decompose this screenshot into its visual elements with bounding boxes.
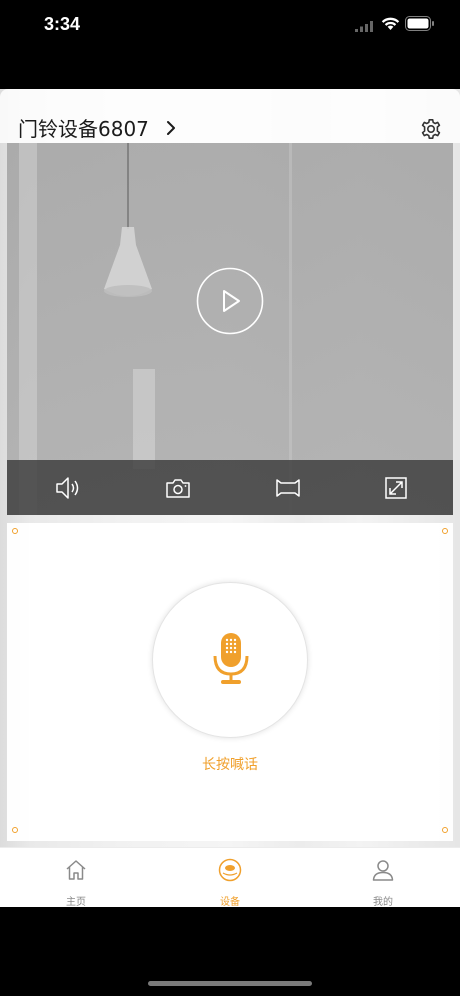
device-title[interactable]: 门铃设备6807: [18, 117, 149, 141]
microphone-icon: [213, 633, 249, 684]
home-icon: [66, 860, 86, 880]
battery-icon: [405, 16, 434, 31]
tab-device[interactable]: 设备: [180, 848, 280, 908]
user-icon: [372, 860, 394, 881]
video-player[interactable]: [7, 143, 453, 515]
fullscreen-icon[interactable]: [382, 474, 410, 502]
video-scene-lamp-cord: [127, 143, 129, 229]
settings-gear-icon[interactable]: [420, 118, 442, 140]
corner-marker: [442, 827, 448, 833]
talk-panel: 长按喊话: [7, 523, 453, 841]
video-scene-shelf: [133, 369, 155, 469]
video-scene-lamp: [104, 227, 152, 297]
chevron-right-icon[interactable]: [166, 120, 176, 136]
corner-marker: [12, 827, 18, 833]
video-controls-bar: [7, 460, 453, 515]
tab-me-label: 我的: [373, 897, 393, 908]
status-bar: 3:34: [0, 0, 460, 50]
corner-marker: [442, 528, 448, 534]
cellular-signal-icon: [355, 21, 373, 32]
home-indicator[interactable]: [148, 981, 312, 986]
device-card: 门铃设备6807 长按喊话: [0, 89, 460, 847]
video-record-icon[interactable]: [274, 474, 302, 502]
tab-device-label: 设备: [220, 897, 240, 908]
push-to-talk-label: 长按喊话: [202, 757, 258, 773]
corner-marker: [12, 528, 18, 534]
wifi-icon: [381, 17, 400, 30]
play-icon[interactable]: [196, 267, 264, 335]
device-icon: [218, 858, 242, 882]
device-header[interactable]: 门铃设备6807: [0, 89, 460, 143]
doorbell-device-screen: 3:34 门铃设备6807 长按喊话 主页 设备 我的: [0, 0, 460, 996]
push-to-talk-button[interactable]: [152, 582, 308, 738]
status-time: 3:34: [44, 14, 81, 34]
speaker-icon[interactable]: [54, 474, 82, 502]
tab-bar: 主页 设备 我的: [0, 847, 460, 908]
tab-home-label: 主页: [66, 897, 86, 908]
tab-me[interactable]: 我的: [333, 848, 433, 908]
camera-icon[interactable]: [164, 474, 192, 502]
tab-home[interactable]: 主页: [26, 848, 126, 908]
